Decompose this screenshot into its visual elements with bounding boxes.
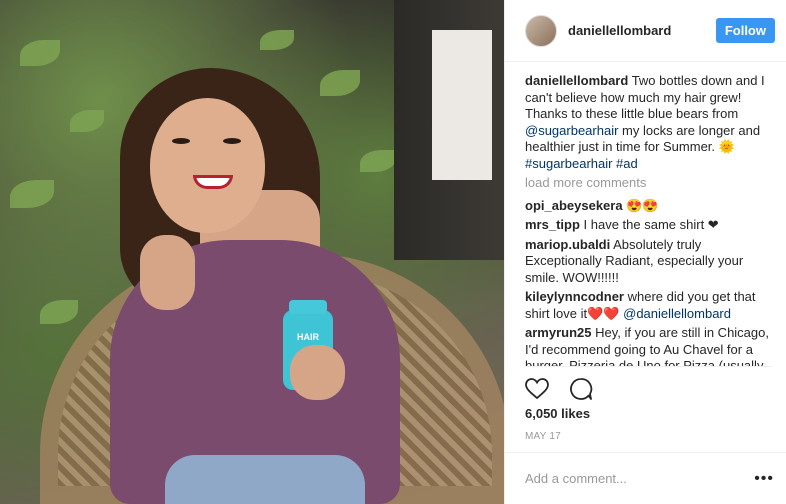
comment-username[interactable]: kileylynncodner	[525, 289, 624, 304]
comment-text: 😍😍	[622, 197, 659, 213]
hand	[290, 345, 345, 400]
comments-list: daniellellombard Two bottles down and I …	[505, 62, 786, 366]
comment-text: I have the same shirt ❤	[579, 217, 719, 232]
comment-item: armyrun25 Hey, if you are still in Chica…	[525, 325, 772, 366]
more-options-icon[interactable]: •••	[754, 470, 774, 488]
comment-username[interactable]: mariop.ubaldi	[525, 237, 610, 252]
comment-item: mrs_tipp I have the same shirt ❤	[525, 217, 772, 234]
avatar[interactable]	[525, 14, 557, 47]
comment-item: opi_abeysekera 😍😍	[525, 198, 772, 215]
comment-username[interactable]: opi_abeysekera	[525, 198, 623, 213]
post-date: MAY 17	[525, 431, 561, 442]
face	[150, 98, 265, 233]
bottle-cap	[289, 300, 327, 314]
eye	[223, 138, 241, 144]
post-photo[interactable]: HAIR	[0, 0, 504, 504]
caption-username[interactable]: daniellellombard	[525, 73, 628, 88]
add-comment-bar: •••	[505, 452, 786, 504]
comment-username[interactable]: armyrun25	[525, 325, 591, 340]
caption-mention[interactable]: @sugarbearhair	[525, 123, 618, 138]
comment-item: mariop.ubaldi Absolutely truly Exception…	[525, 237, 772, 287]
comment-mention[interactable]: @daniellellombard	[623, 306, 731, 321]
hand	[140, 235, 195, 310]
follow-button[interactable]: Follow	[715, 18, 775, 43]
bottle-label: HAIR	[297, 332, 319, 342]
header-username[interactable]: daniellellombard	[568, 23, 716, 38]
clothing-rack	[394, 0, 504, 260]
comment-input[interactable]	[525, 471, 755, 486]
sun-emoji: 🌞	[718, 139, 735, 154]
instagram-post: HAIR daniellellombard Follow daniellello…	[0, 0, 786, 504]
comment-username[interactable]: mrs_tipp	[525, 217, 580, 232]
heart-icon[interactable]	[525, 376, 555, 402]
caption: daniellellombard Two bottles down and I …	[525, 73, 772, 172]
like-count[interactable]: 6,050 likes	[525, 406, 766, 421]
action-bar	[525, 366, 772, 402]
comment-item: kileylynncodner where did you get that s…	[525, 289, 772, 322]
load-more-comments-link[interactable]: load more comments	[525, 175, 772, 192]
caption-hashtags[interactable]: #sugarbearhair #ad	[525, 156, 638, 171]
post-sidebar: daniellellombard Follow daniellellombard…	[504, 0, 786, 504]
post-header: daniellellombard Follow	[505, 0, 786, 62]
eye	[172, 138, 190, 144]
jeans	[165, 455, 365, 504]
hanging-shirt	[432, 30, 492, 180]
comment-bubble-icon[interactable]	[569, 376, 599, 402]
